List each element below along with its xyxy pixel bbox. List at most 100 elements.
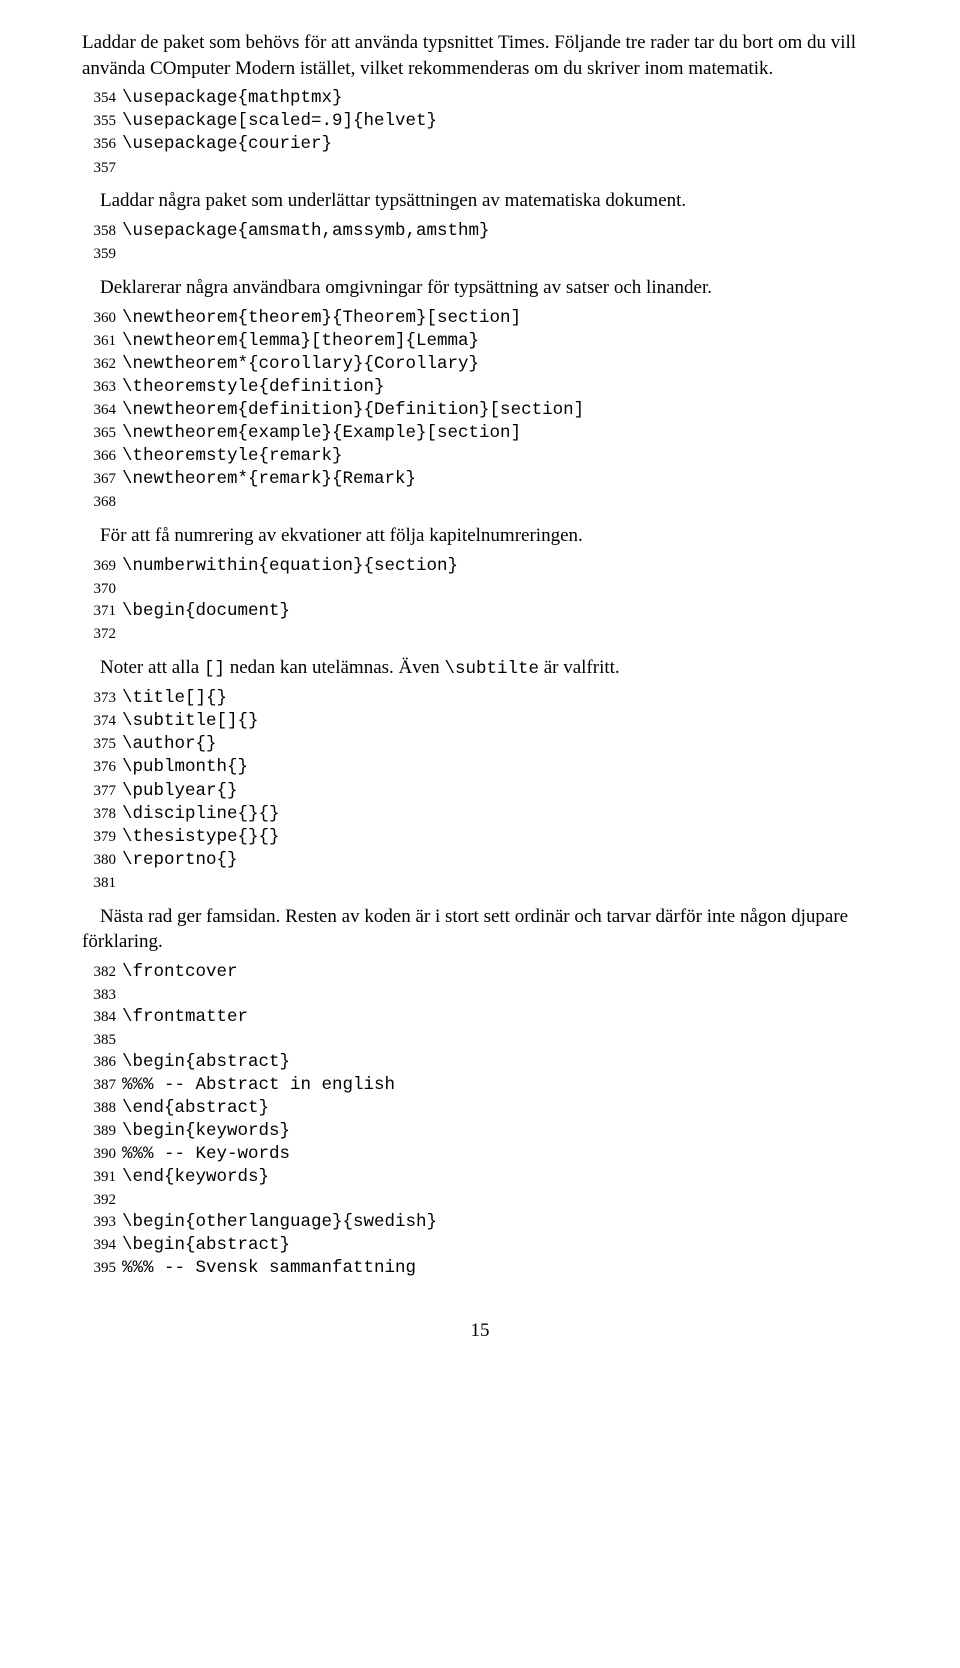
line-number: 355 bbox=[82, 110, 116, 133]
line-number: 375 bbox=[82, 733, 116, 756]
line-number: 359 bbox=[82, 243, 116, 265]
line-number: 365 bbox=[82, 422, 116, 445]
line-number: 378 bbox=[82, 803, 116, 826]
code-text bbox=[122, 1029, 878, 1051]
line-number: 369 bbox=[82, 555, 116, 578]
line-number: 392 bbox=[82, 1189, 116, 1211]
code-line: 393\begin{otherlanguage}{swedish} bbox=[82, 1211, 878, 1234]
line-number: 395 bbox=[82, 1257, 116, 1280]
line-number: 363 bbox=[82, 376, 116, 399]
line-number: 356 bbox=[82, 133, 116, 156]
code-line: 373\title[]{} bbox=[82, 687, 878, 710]
line-number: 385 bbox=[82, 1029, 116, 1051]
code-text: \thesistype{}{} bbox=[122, 826, 878, 849]
code-text: \numberwithin{equation}{section} bbox=[122, 555, 878, 578]
code-line: 366\theoremstyle{remark} bbox=[82, 445, 878, 468]
code-line: 392 bbox=[82, 1189, 878, 1211]
line-number: 382 bbox=[82, 961, 116, 984]
line-number: 368 bbox=[82, 491, 116, 513]
code-text: \usepackage{amsmath,amssymb,amsthm} bbox=[122, 220, 878, 243]
code-text bbox=[122, 243, 878, 265]
line-number: 362 bbox=[82, 353, 116, 376]
code-line: 372 bbox=[82, 623, 878, 645]
line-number: 358 bbox=[82, 220, 116, 243]
line-number: 376 bbox=[82, 756, 116, 779]
paragraph-4: För att få numrering av ekvationer att f… bbox=[82, 523, 878, 549]
code-line: 384\frontmatter bbox=[82, 1006, 878, 1029]
code-text: \newtheorem*{remark}{Remark} bbox=[122, 468, 878, 491]
code-line: 388 \end{abstract} bbox=[82, 1097, 878, 1120]
p5-run-pre: Noter att alla bbox=[100, 657, 204, 678]
code-line: 364\newtheorem{definition}{Definition}[s… bbox=[82, 399, 878, 422]
line-number: 386 bbox=[82, 1051, 116, 1074]
code-line: 361\newtheorem{lemma}[theorem]{Lemma} bbox=[82, 330, 878, 353]
code-line: 385 bbox=[82, 1029, 878, 1051]
paragraph-5: Noter att alla [] nedan kan utelämnas. Ä… bbox=[82, 655, 878, 682]
code-line: 390%%% -- Key-words bbox=[82, 1143, 878, 1166]
code-text: \end{keywords} bbox=[122, 1166, 878, 1189]
code-text: \theoremstyle{definition} bbox=[122, 376, 878, 399]
code-text bbox=[122, 623, 878, 645]
line-number: 381 bbox=[82, 872, 116, 894]
code-line: 395 %%% -- Svensk sammanfattning bbox=[82, 1257, 878, 1280]
code-line: 387%%% -- Abstract in english bbox=[82, 1074, 878, 1097]
code-line: 356 \usepackage{courier} bbox=[82, 133, 878, 156]
code-text bbox=[122, 578, 878, 600]
page-number: 15 bbox=[82, 1320, 878, 1342]
p5-code1: [] bbox=[204, 659, 225, 679]
code-text bbox=[122, 157, 878, 179]
line-number: 354 bbox=[82, 87, 116, 110]
paragraph-1: Laddar de paket som behövs för att använ… bbox=[82, 30, 878, 81]
code-line: 379 \thesistype{}{} bbox=[82, 826, 878, 849]
code-text: %%% -- Svensk sammanfattning bbox=[122, 1257, 878, 1280]
code-line: 357 bbox=[82, 157, 878, 179]
line-number: 387 bbox=[82, 1074, 116, 1097]
code-text bbox=[122, 872, 878, 894]
code-text: \begin{abstract} bbox=[122, 1234, 878, 1257]
code-line: 374\subtitle[]{} bbox=[82, 710, 878, 733]
line-number: 371 bbox=[82, 600, 116, 623]
line-number: 364 bbox=[82, 399, 116, 422]
line-number: 391 bbox=[82, 1166, 116, 1189]
p5-run-mid: nedan kan utelämnas. Även bbox=[225, 657, 444, 678]
code-line: 365\newtheorem{example}{Example}[section… bbox=[82, 422, 878, 445]
paragraph-6: Nästa rad ger famsidan. Resten av koden … bbox=[82, 904, 878, 955]
code-line: 389\begin{keywords} bbox=[82, 1120, 878, 1143]
line-number: 377 bbox=[82, 780, 116, 803]
code-text: \begin{abstract} bbox=[122, 1051, 878, 1074]
line-number: 384 bbox=[82, 1006, 116, 1029]
code-line: 376\publmonth{} bbox=[82, 756, 878, 779]
code-line: 378 \discipline{}{} bbox=[82, 803, 878, 826]
line-number: 370 bbox=[82, 578, 116, 600]
code-text: \usepackage{courier} bbox=[122, 133, 878, 156]
code-line: 394\begin{abstract} bbox=[82, 1234, 878, 1257]
p5-run-post: är valfritt. bbox=[539, 657, 620, 678]
code-text: \newtheorem*{corollary}{Corollary} bbox=[122, 353, 878, 376]
code-line: 386 \begin{abstract} bbox=[82, 1051, 878, 1074]
code-line: 358 \usepackage{amsmath,amssymb,amsthm} bbox=[82, 220, 878, 243]
code-text: %%% -- Key-words bbox=[122, 1143, 878, 1166]
code-line: 381 bbox=[82, 872, 878, 894]
code-line: 355 \usepackage[scaled=.9]{helvet} bbox=[82, 110, 878, 133]
line-number: 379 bbox=[82, 826, 116, 849]
line-number: 360 bbox=[82, 307, 116, 330]
code-line: 363 \theoremstyle{definition} bbox=[82, 376, 878, 399]
code-text: \discipline{}{} bbox=[122, 803, 878, 826]
code-text: \usepackage{mathptmx} bbox=[122, 87, 878, 110]
code-text: \usepackage[scaled=.9]{helvet} bbox=[122, 110, 878, 133]
line-number: 388 bbox=[82, 1097, 116, 1120]
p5-code2: \subtilte bbox=[444, 659, 539, 679]
document-page: Laddar de paket som behövs för att använ… bbox=[0, 0, 960, 1382]
line-number: 366 bbox=[82, 445, 116, 468]
code-text: \begin{keywords} bbox=[122, 1120, 878, 1143]
code-text: \frontcover bbox=[122, 961, 878, 984]
code-text: \end{abstract} bbox=[122, 1097, 878, 1120]
code-line: 369 \numberwithin{equation}{section} bbox=[82, 555, 878, 578]
code-text: \title[]{} bbox=[122, 687, 878, 710]
code-line: 360\newtheorem{theorem}{Theorem}[section… bbox=[82, 307, 878, 330]
code-text: \publyear{} bbox=[122, 780, 878, 803]
code-line: 383 bbox=[82, 984, 878, 1006]
code-line: 370 bbox=[82, 578, 878, 600]
code-line: 391 \end{keywords} bbox=[82, 1166, 878, 1189]
code-text: \subtitle[]{} bbox=[122, 710, 878, 733]
